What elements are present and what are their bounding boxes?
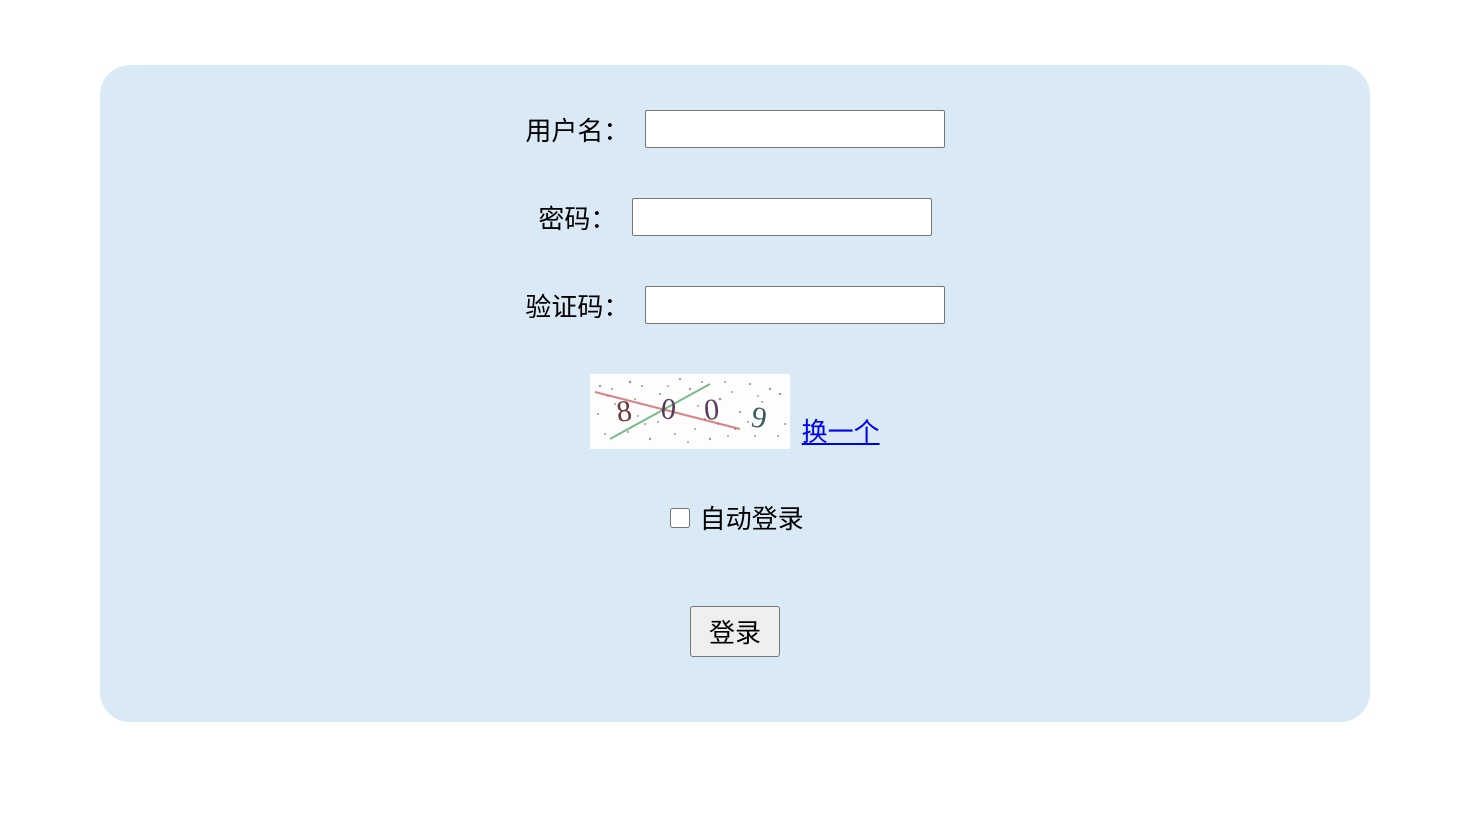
password-label: 密码： (538, 199, 616, 236)
captcha-input-row: 验证码： (140, 286, 1330, 324)
password-input[interactable] (632, 198, 932, 236)
password-row: 密码： (140, 198, 1330, 236)
username-row: 用户名： (140, 110, 1330, 148)
submit-row: 登录 (140, 606, 1330, 657)
svg-text:0: 0 (703, 393, 721, 427)
login-button[interactable]: 登录 (690, 606, 780, 657)
captcha-image[interactable]: 8 0 0 9 (590, 374, 790, 449)
username-label: 用户名： (525, 111, 629, 148)
auto-login-row: 自动登录 (140, 499, 1330, 536)
captcha-label: 验证码： (525, 287, 629, 324)
captcha-image-row: 8 0 0 9 换一个 (140, 374, 1330, 449)
captcha-input[interactable] (645, 286, 945, 324)
auto-login-checkbox[interactable] (670, 508, 690, 528)
auto-login-label: 自动登录 (700, 504, 804, 534)
username-input[interactable] (645, 110, 945, 148)
login-panel: 用户名： 密码： 验证码： (100, 65, 1370, 722)
captcha-refresh-link[interactable]: 换一个 (802, 417, 880, 447)
